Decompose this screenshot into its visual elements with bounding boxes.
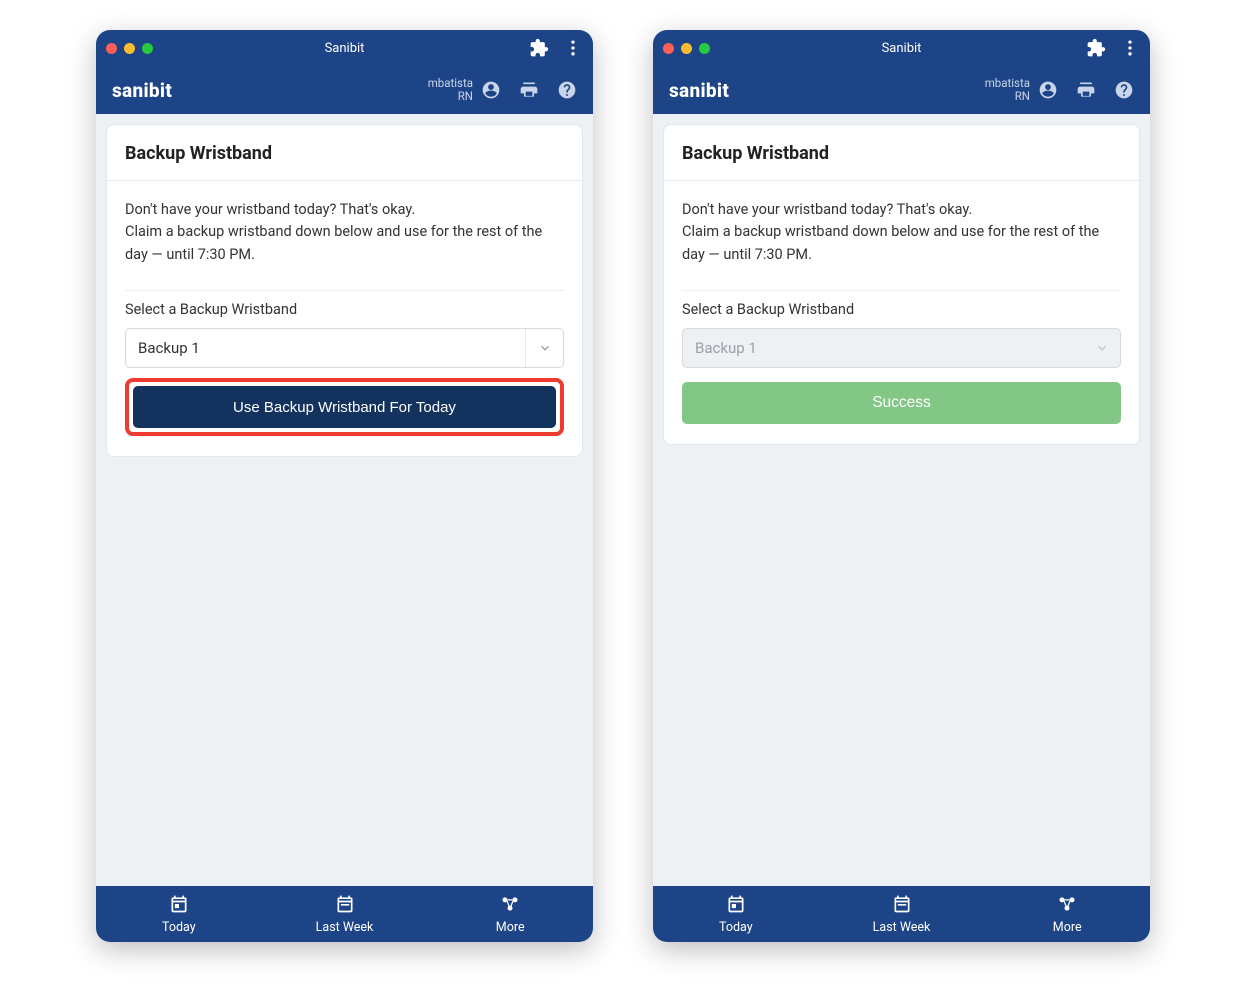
card-body: Don't have your wristband today? That's … (664, 181, 1139, 284)
print-icon[interactable] (1076, 80, 1096, 100)
body-line-2: Claim a backup wristband down below and … (125, 221, 564, 266)
backup-wristband-select[interactable]: Backup 1 (125, 328, 564, 368)
brand-logo: sanibit (669, 79, 729, 102)
help-icon[interactable] (557, 80, 577, 100)
select-label: Select a Backup Wristband (682, 301, 1121, 318)
traffic-lights (663, 43, 710, 54)
phone-after: Sanibit sanibit mbatista RN (653, 30, 1150, 942)
minimize-window-dot[interactable] (124, 43, 135, 54)
print-icon[interactable] (519, 80, 539, 100)
body-line-1: Don't have your wristband today? That's … (125, 199, 564, 221)
nav-last-week[interactable]: Last Week (819, 886, 985, 942)
select-value: Backup 1 (695, 339, 757, 357)
content-area: Backup Wristband Don't have your wristba… (653, 114, 1150, 886)
nav-today[interactable]: Today (653, 886, 819, 942)
nav-today-label: Today (719, 920, 753, 935)
window-title: Sanibit (96, 41, 593, 56)
backup-wristband-card: Backup Wristband Don't have your wristba… (106, 124, 583, 457)
calendar-today-icon (169, 894, 189, 918)
user-role: RN (1015, 90, 1030, 103)
backup-wristband-card: Backup Wristband Don't have your wristba… (663, 124, 1140, 445)
nav-more[interactable]: More (427, 886, 593, 942)
more-icon (500, 894, 520, 918)
divider (682, 290, 1121, 291)
extension-icon[interactable] (529, 38, 549, 58)
window-title: Sanibit (653, 41, 1150, 56)
body-line-1: Don't have your wristband today? That's … (682, 199, 1121, 221)
calendar-week-icon (892, 894, 912, 918)
nav-last-week-label: Last Week (873, 920, 931, 935)
extension-icon[interactable] (1086, 38, 1106, 58)
nav-more[interactable]: More (984, 886, 1150, 942)
app-header: sanibit mbatista RN (653, 66, 1150, 114)
account-icon (481, 80, 501, 100)
account-icon (1038, 80, 1058, 100)
select-label: Select a Backup Wristband (125, 301, 564, 318)
select-value: Backup 1 (138, 339, 200, 357)
phone-before: Sanibit sanibit mbatista RN (96, 30, 593, 942)
backup-wristband-select-disabled: Backup 1 (682, 328, 1121, 368)
kebab-menu-icon[interactable] (1120, 38, 1140, 58)
card-title: Backup Wristband (664, 125, 1139, 180)
user-info[interactable]: mbatista RN (985, 77, 1058, 103)
more-icon (1057, 894, 1077, 918)
user-info[interactable]: mbatista RN (428, 77, 501, 103)
app-header: sanibit mbatista RN (96, 66, 593, 114)
window-titlebar: Sanibit (653, 30, 1150, 66)
bottom-nav: Today Last Week More (653, 886, 1150, 942)
user-role: RN (458, 90, 473, 103)
nav-more-label: More (1053, 920, 1082, 935)
kebab-menu-icon[interactable] (563, 38, 583, 58)
nav-today-label: Today (162, 920, 196, 935)
close-window-dot[interactable] (106, 43, 117, 54)
window-titlebar: Sanibit (96, 30, 593, 66)
card-title: Backup Wristband (107, 125, 582, 180)
body-line-2: Claim a backup wristband down below and … (682, 221, 1121, 266)
calendar-week-icon (335, 894, 355, 918)
primary-button-highlight: Use Backup Wristband For Today (125, 378, 564, 436)
chevron-down-icon (525, 329, 563, 367)
success-button: Success (682, 382, 1121, 424)
card-body: Don't have your wristband today? That's … (107, 181, 582, 284)
help-icon[interactable] (1114, 80, 1134, 100)
close-window-dot[interactable] (663, 43, 674, 54)
nav-last-week-label: Last Week (316, 920, 374, 935)
nav-last-week[interactable]: Last Week (262, 886, 428, 942)
minimize-window-dot[interactable] (681, 43, 692, 54)
use-backup-button[interactable]: Use Backup Wristband For Today (133, 386, 556, 428)
maximize-window-dot[interactable] (142, 43, 153, 54)
nav-today[interactable]: Today (96, 886, 262, 942)
brand-logo: sanibit (112, 79, 172, 102)
divider (125, 290, 564, 291)
calendar-today-icon (726, 894, 746, 918)
maximize-window-dot[interactable] (699, 43, 710, 54)
nav-more-label: More (496, 920, 525, 935)
content-area: Backup Wristband Don't have your wristba… (96, 114, 593, 886)
traffic-lights (106, 43, 153, 54)
chevron-down-icon (1082, 329, 1120, 367)
bottom-nav: Today Last Week More (96, 886, 593, 942)
